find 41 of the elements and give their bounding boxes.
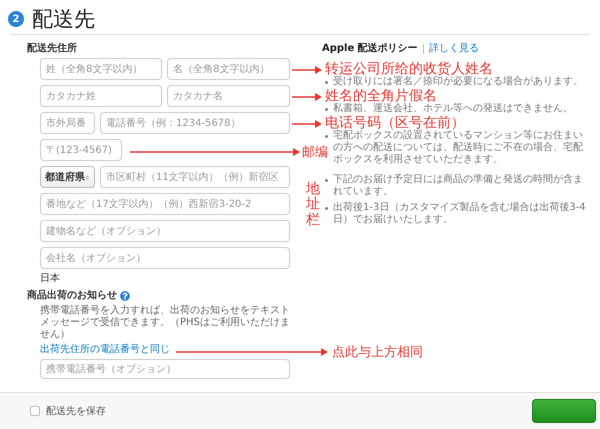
updown-icon bbox=[85, 172, 90, 182]
prefecture-select[interactable]: 都道府県 bbox=[40, 166, 95, 188]
mobile-field[interactable]: 携帯電話番号（オプション） bbox=[40, 359, 290, 379]
arrow bbox=[292, 120, 322, 128]
input-field[interactable]: カタカナ名 bbox=[167, 85, 290, 107]
input-field[interactable]: 番地など（17文字以内）（例）西新宿3-20-2 bbox=[40, 193, 290, 215]
input-field[interactable]: 会社名（オプション） bbox=[40, 247, 290, 269]
input-field[interactable]: 名（全角8文字以内） bbox=[167, 58, 290, 80]
policy-title: Apple 配送ポリシー bbox=[322, 42, 418, 56]
input-field[interactable]: 〒(123-4567) bbox=[40, 139, 122, 161]
policy-note: 出荷後1-3日（カスタマイズ製品を含む場合は出荷後3-4日）でお届けいたします。 bbox=[333, 202, 587, 226]
input-field[interactable]: 市区町村（11文字以内）（例）新宿区 bbox=[100, 166, 290, 188]
country-label: 日本 bbox=[39, 273, 61, 285]
continue-button[interactable] bbox=[532, 399, 596, 423]
input-field[interactable]: 市外局番 bbox=[40, 112, 95, 134]
annotation-text: 点此与上方相同 bbox=[332, 345, 423, 360]
input-field[interactable]: カタカナ姓 bbox=[40, 85, 162, 107]
input-field[interactable]: 建物名など（オプション） bbox=[40, 220, 290, 242]
input-field[interactable]: 姓（全角8文字以内） bbox=[40, 58, 162, 80]
policy-note: 下記のお届け予定日には商品の準備と発送の時間が含まれています。 bbox=[333, 174, 584, 198]
annotation-text: 姓名的全角片假名 bbox=[325, 89, 437, 104]
annotation-text: 邮编 bbox=[302, 145, 328, 160]
notice-heading: 商品出荷のお知らせ bbox=[27, 289, 117, 302]
section-title: 配送先 bbox=[32, 7, 95, 31]
arrow bbox=[292, 66, 322, 74]
help-icon[interactable] bbox=[120, 290, 130, 300]
address-heading: 配送先住所 bbox=[27, 42, 78, 55]
policy-note: 受け取りには署名／捺印が必要になる場合があります。 bbox=[333, 76, 583, 88]
annotation-text: 电话号码（区号在前） bbox=[325, 116, 465, 131]
arrow bbox=[292, 93, 322, 101]
step-number-badge: 2 bbox=[8, 11, 24, 27]
notice-text: 携帯電話番号を入力すれば、出荷のお知らせをテキストメッセージで受信できます。（PHSはご利用いただけません） bbox=[39, 305, 291, 341]
save-checkbox[interactable] bbox=[30, 406, 40, 416]
details-link[interactable]: 詳しく見る bbox=[428, 41, 479, 56]
annotation-text: 转运公司所给的收货人姓名 bbox=[325, 62, 493, 77]
policy-note: 私書箱、運送会社、ホテル等への発送はできません。 bbox=[333, 103, 573, 115]
policy-note: 宅配ボックスの設置されているマンション等にお住まいの方への配送については、配送時にご不在の場合、宅配ボックスを利用させていただきます。 bbox=[333, 130, 584, 166]
annotation-text: 地址栏 bbox=[306, 182, 320, 228]
save-label: 配送先を保存 bbox=[46, 404, 106, 418]
input-field[interactable]: 電話番号（例：1234-5678） bbox=[100, 112, 290, 134]
same-phone-link[interactable]: 出荷先住所の電話番号と同じ bbox=[40, 344, 170, 356]
